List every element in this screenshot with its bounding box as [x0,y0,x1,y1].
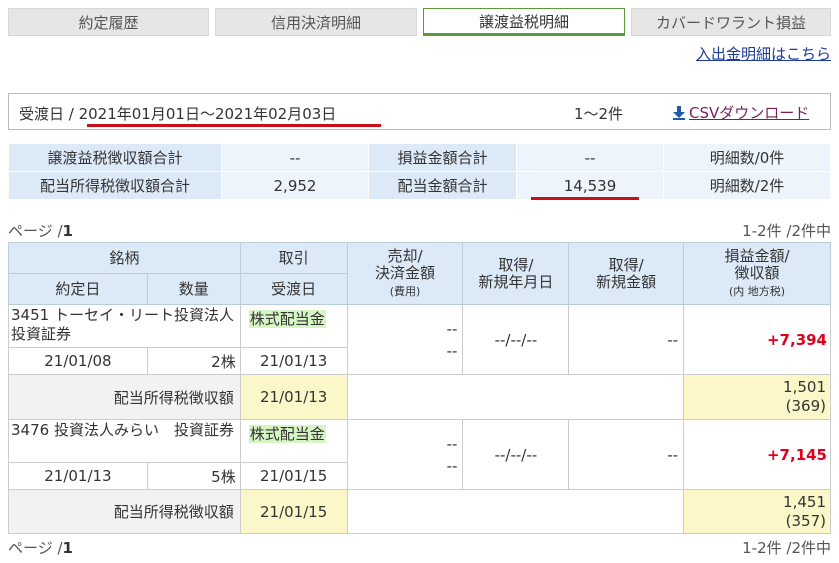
summary-label: 配当金額合計 [368,171,517,200]
col-pl-l1: 損益金額/ [724,246,790,265]
sell-amount: -- -- [346,419,464,490]
summary-label: 譲渡益税徴収額合計 [8,143,222,172]
tax-row: 配当所得税徴収額 21/01/13 1,501 (369) [8,374,831,420]
tab-trade-history[interactable]: 約定履歴 [8,8,209,36]
settle-date: 21/01/13 [239,347,348,375]
summary-value: -- [221,143,369,172]
pager-count-bottom: 1-2件 /2件中 [742,539,831,557]
tax-blank [346,489,685,534]
col-sell-l3: (費用) [389,284,421,298]
tax-amount: 1,451 (357) [683,489,831,534]
col-settle-date: 受渡日 [239,273,348,305]
date-range-text: 受渡日 / 2021年01月01日～2021年02月03日 [19,103,336,124]
col-meigara: 銘柄 [8,242,241,274]
table-row: 3476 投資法人みらい 投資証券 株式配当金 -- -- --/--/-- --… [8,419,831,490]
trade-type-badge: 株式配当金 [248,425,326,443]
acq-date: --/--/-- [462,419,570,490]
col-acq-date-l2: 新規年月日 [478,272,554,291]
sell-amount-l1: -- [446,434,458,453]
sell-amount-l1: -- [446,319,458,338]
pager-bottom: ページ /1 [8,537,73,558]
tax-local-value: (357) [785,511,826,530]
security-name[interactable]: 3451 トーセイ・リート投資法人 投資証券 [8,304,249,348]
col-sell: 売却/決済金額 (費用) [346,242,464,305]
col-acq-date: 取得/新規年月日 [462,242,570,305]
col-qty: 数量 [146,273,241,305]
tab-covered-warrant[interactable]: カバードワラント損益 [631,8,831,36]
acq-date: --/--/-- [462,304,570,375]
col-trade-date: 約定日 [8,273,148,305]
col-pl: 損益金額/徴収額 (内 地方税) [683,242,831,305]
date-underline [87,124,381,127]
summary-value: 2,952 [221,171,369,200]
download-icon [673,105,685,120]
result-count: 1～2件 [574,105,624,123]
trade-type-badge: 株式配当金 [248,310,326,328]
tax-blank [346,374,685,420]
pager-top: ページ /1 [8,220,73,241]
trade-type: 株式配当金 [239,419,348,463]
summary-value: 14,539 [516,171,664,200]
sell-amount-l2: -- [446,456,458,475]
pager-page[interactable]: 1 [63,222,73,240]
filter-bar: 受渡日 / 2021年01月01日～2021年02月03日 1～2件 CSVダウ… [8,93,831,130]
quantity: 5株 [146,462,241,490]
tax-amount-value: 1,501 [783,378,826,396]
csv-label: CSVダウンロード [689,104,810,122]
tax-date: 21/01/15 [239,489,348,534]
settle-date: 21/01/15 [239,462,348,490]
col-pl-l2: 徴収額 [734,263,780,282]
col-sell-l1: 売却/ [387,246,423,265]
tax-date: 21/01/13 [239,374,348,420]
summary-count: 明細数/0件 [663,143,831,172]
tax-amount: 1,501 (369) [683,374,831,420]
acq-amount: -- [568,419,685,490]
col-pl-l3: (内 地方税) [729,284,786,298]
col-acq-amt-l2: 新規金額 [596,272,657,291]
col-sell-l2: 決済金額 [375,263,436,282]
detail-table: 銘柄 取引 売却/決済金額 (費用) 取得/新規年月日 取得/新規金額 損益金額/… [8,242,831,534]
summary-value: -- [516,143,664,172]
acq-amount: -- [568,304,685,375]
tax-label: 配当所得税徴収額 [8,374,241,420]
tab-bar: 約定履歴 信用決済明細 譲渡益税明細 カバードワラント損益 [8,8,831,36]
summary-count: 明細数/2件 [663,171,831,200]
profit-loss: +7,145 [683,419,831,490]
pager-label: ページ / [8,222,63,240]
tax-row: 配当所得税徴収額 21/01/15 1,451 (357) [8,489,831,534]
table-row: 3451 トーセイ・リート投資法人 投資証券 株式配当金 -- -- --/--/… [8,304,831,375]
trade-date: 21/01/13 [8,462,148,490]
tax-amount-value: 1,451 [783,492,826,511]
trade-date: 21/01/08 [8,347,148,375]
sell-amount: -- -- [346,304,464,375]
tax-label: 配当所得税徴収額 [8,489,241,534]
tax-local-value: (369) [785,397,826,415]
dividend-total-underline [531,197,639,200]
tab-margin-settlement[interactable]: 信用決済明細 [215,8,417,36]
sell-amount-l2: -- [446,341,458,360]
security-name[interactable]: 3476 投資法人みらい 投資証券 [8,419,241,463]
col-acq-amt-l1: 取得/ [608,255,644,274]
csv-download-link[interactable]: CSVダウンロード [673,102,809,123]
pager-label: ページ / [8,539,63,557]
tab-capital-gains-tax[interactable]: 譲渡益税明細 [423,8,625,36]
deposit-details-link[interactable]: 入出金明細はこちら [696,43,831,64]
col-acq-date-l1: 取得/ [498,255,534,274]
summary-label: 配当所得税徴収額合計 [8,171,222,200]
date-range: 2021年01月01日～2021年02月03日 [78,105,337,123]
profit-loss: +7,394 [683,304,831,375]
date-label: 受渡日 / [19,105,79,123]
pager-page[interactable]: 1 [63,539,73,557]
col-torihiki: 取引 [239,242,348,274]
col-acq-amt: 取得/新規金額 [568,242,685,305]
trade-type: 株式配当金 [239,304,348,348]
summary-label: 損益金額合計 [368,143,517,172]
summary-table: 譲渡益税徴収額合計 -- 損益金額合計 -- 明細数/0件 配当所得税徴収額合計… [8,143,831,200]
quantity: 2株 [146,347,241,375]
pager-count-top: 1-2件 /2件中 [742,222,831,240]
